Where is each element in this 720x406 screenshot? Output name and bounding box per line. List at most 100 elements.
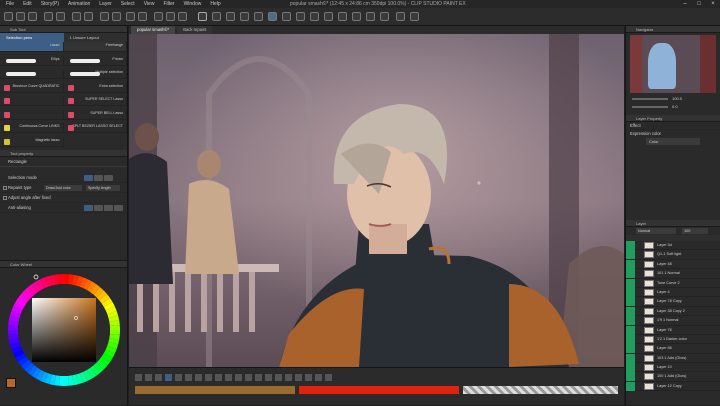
layer-visibility-icon[interactable] (626, 316, 635, 326)
clear-icon[interactable] (72, 12, 81, 21)
pen-pressure-icon[interactable] (268, 12, 277, 21)
lock-icon[interactable] (310, 12, 319, 21)
color-bucket-icon[interactable] (338, 12, 347, 21)
menu-help[interactable]: Help (210, 1, 220, 7)
layer-row[interactable]: 1'2 1 Darker color (626, 334, 720, 345)
selection-launcher-icon[interactable] (138, 12, 147, 21)
rotate-slider[interactable] (632, 106, 668, 108)
deselect-icon[interactable] (112, 12, 121, 21)
layer-row[interactable]: 101 1 Normal (626, 269, 720, 279)
layer-row[interactable]: Layer 48 (626, 259, 720, 270)
antialias-weak-icon[interactable] (94, 205, 103, 211)
subtool-brushcur-curve[interactable]: Brushcur Curve QUADRATIC (0, 82, 64, 93)
snap-ruler-icon[interactable] (154, 12, 163, 21)
eyedropper-icon[interactable] (282, 12, 291, 21)
zoom-tool-icon[interactable] (380, 12, 389, 21)
maximize-button[interactable]: □ (692, 0, 706, 8)
antialias-strong-icon[interactable] (114, 205, 123, 211)
main-color-bar[interactable] (135, 386, 295, 394)
open-file-icon[interactable] (16, 12, 25, 21)
companion-icon[interactable] (410, 12, 419, 21)
layer-visibility-icon[interactable] (626, 353, 635, 363)
transparent-color-bar[interactable] (463, 386, 618, 394)
fill-icon[interactable] (84, 12, 93, 21)
adjust-angle-checkbox[interactable] (3, 196, 7, 200)
menu-edit[interactable]: Edit (23, 1, 32, 7)
tool-zoom-icon[interactable] (145, 374, 152, 381)
opacity-field[interactable]: 100 (682, 228, 708, 234)
layer-row[interactable]: Layer 10 (626, 363, 720, 373)
layer-visibility-icon[interactable] (626, 259, 635, 269)
tool-airbrush-icon[interactable] (215, 374, 222, 381)
selection-mode-add-icon[interactable] (94, 175, 103, 181)
zoom-slider[interactable] (632, 98, 668, 100)
subtool-multiple-selection[interactable]: Multiple selection (63, 69, 127, 79)
tab-canvas-back[interactable]: Back repaint (177, 26, 213, 34)
selection-mode-new-icon[interactable] (84, 175, 93, 181)
expression-color-dropdown[interactable]: Color (646, 138, 700, 145)
layer-row[interactable]: Layer 78 Copy (626, 297, 720, 307)
tool-correct-line-icon[interactable] (325, 374, 332, 381)
subtool-brush-a[interactable] (0, 69, 64, 79)
save-icon[interactable] (28, 12, 37, 21)
layer-visibility-icon[interactable] (626, 287, 635, 297)
undo-icon[interactable] (44, 12, 53, 21)
clipping-icon[interactable] (324, 12, 333, 21)
antialias-medium-icon[interactable] (104, 205, 113, 211)
subtool-extra-selection[interactable]: Extra selection (63, 82, 127, 93)
layer-visibility-icon[interactable] (626, 372, 635, 382)
transform-icon[interactable] (100, 12, 109, 21)
snap-perspective-icon[interactable] (178, 12, 187, 21)
tool-figure-icon[interactable] (275, 374, 282, 381)
tool-ruler-icon[interactable] (295, 374, 302, 381)
layer-row[interactable]: Layer 3d (626, 241, 720, 251)
layer-row[interactable]: 1'9 1 Normal (626, 316, 720, 326)
rotate-canvas-icon[interactable] (212, 12, 221, 21)
timelapse-icon[interactable] (396, 12, 405, 21)
menu-animation[interactable]: Animation (68, 1, 90, 7)
tool-fill-icon[interactable] (255, 374, 262, 381)
subtool-magnetic-lasso[interactable]: Magnetic lasso (0, 136, 64, 147)
subtool-freehange[interactable]: Freehange (63, 42, 127, 52)
tool-eyedropper-icon[interactable] (175, 374, 182, 381)
redo-icon[interactable] (56, 12, 65, 21)
tool-pen-icon[interactable] (185, 374, 192, 381)
layer-row[interactable]: Q1-1 Soft light (626, 250, 720, 260)
subtool-split-bezier[interactable]: SPLT BEZIER LASSO SELECT (63, 123, 127, 133)
subtool-fdraw[interactable]: F'draw (63, 55, 127, 66)
menu-story[interactable]: Story(P) (41, 1, 59, 7)
layer-visibility-icon[interactable] (626, 250, 635, 260)
menu-select[interactable]: Select (121, 1, 135, 7)
layer-visibility-icon[interactable] (626, 325, 635, 335)
subtool-icon-d[interactable] (0, 109, 64, 120)
subtool-lasso[interactable]: Lasso (0, 42, 64, 52)
tool-gradient-icon[interactable] (265, 374, 272, 381)
layer-row[interactable]: Layer 76 (626, 325, 720, 335)
subtool-super-bell[interactable]: SUPER BELL Lasso (63, 109, 127, 120)
layer-visibility-icon[interactable] (626, 344, 635, 354)
menu-layer[interactable]: Layer (99, 1, 112, 7)
main-color-swatch[interactable] (6, 378, 16, 388)
subtool-super-select[interactable]: SUPER SELECT Lasso (63, 96, 127, 106)
layer-row[interactable]: Layer 38 Copy 2 (626, 306, 720, 317)
tool-brush-icon[interactable] (205, 374, 212, 381)
minimize-button[interactable]: – (678, 0, 692, 8)
flip-canvas-icon[interactable] (226, 12, 235, 21)
snap-grid-icon[interactable] (166, 12, 175, 21)
tool-eraser-icon[interactable] (235, 374, 242, 381)
layer-visibility-icon[interactable] (626, 306, 635, 316)
antialias-none-icon[interactable] (84, 205, 93, 211)
reference-layer-icon[interactable] (296, 12, 305, 21)
layer-visibility-icon[interactable] (626, 363, 635, 373)
menu-view[interactable]: View (144, 1, 155, 7)
tab-unsure-layout[interactable]: 1 Unsure Layout (64, 33, 128, 42)
tool-blend-icon[interactable] (245, 374, 252, 381)
ruler-toggle-icon[interactable] (254, 12, 263, 21)
hand-tool-icon[interactable] (366, 12, 375, 21)
tool-pencil-icon[interactable] (195, 374, 202, 381)
layer-visibility-icon[interactable] (626, 278, 635, 288)
artwork-canvas[interactable] (129, 34, 624, 367)
layer-row[interactable]: 103 1 Add (Glow) (626, 353, 720, 364)
close-button[interactable]: × (706, 0, 720, 8)
layer-row[interactable]: Layer 4 (626, 287, 720, 298)
